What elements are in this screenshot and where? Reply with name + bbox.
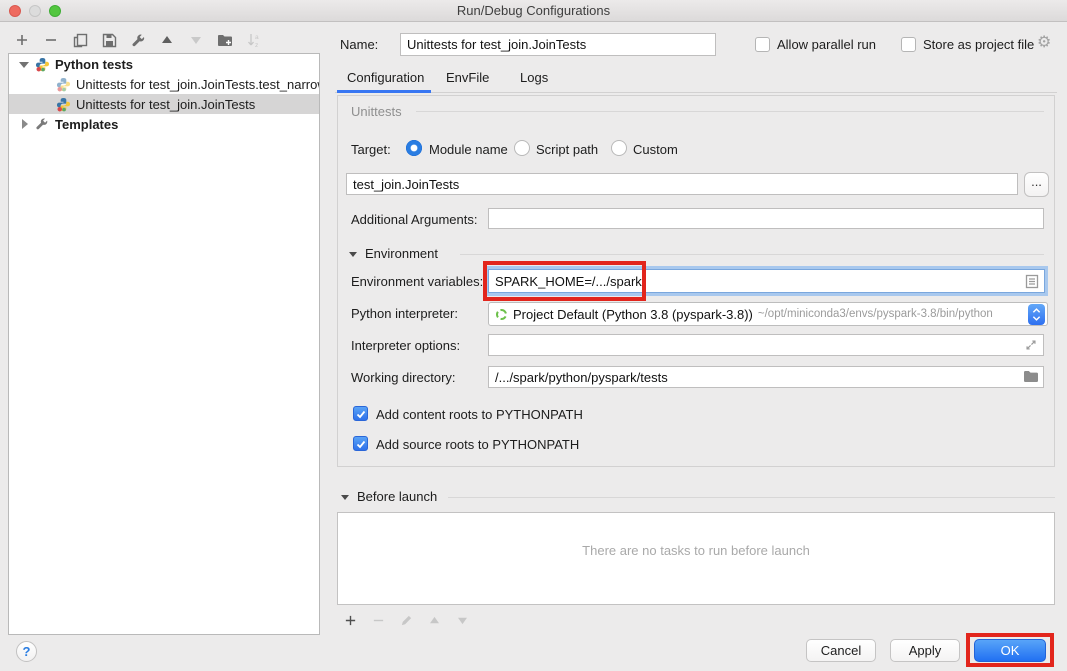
name-input[interactable] [400,33,716,56]
before-launch-toolbar [342,612,470,628]
tab-configuration[interactable]: Configuration [347,70,424,85]
window-title: Run/Debug Configurations [0,3,1067,18]
allow-parallel-run-checkbox[interactable] [755,37,770,52]
conda-env-icon [496,309,507,320]
additional-arguments-input[interactable] [488,208,1044,229]
edit-templates-wrench-icon[interactable] [130,32,146,48]
add-content-roots-checkbox[interactable] [353,406,368,421]
target-label: Target: [351,142,391,157]
target-script-path-label: Script path [536,142,598,157]
templates-wrench-icon [35,117,50,132]
working-directory-label: Working directory: [351,370,456,385]
remove-task-button [370,612,386,628]
new-folder-icon[interactable] [217,32,233,48]
add-source-roots-label: Add source roots to PYTHONPATH [376,437,579,452]
unittests-group-title: Unittests [351,104,402,119]
save-configuration-icon[interactable] [101,32,117,48]
environment-variables-input[interactable] [488,269,1045,293]
expand-arrow-icon[interactable] [19,119,29,129]
move-task-up-icon [426,612,442,628]
add-source-roots-checkbox[interactable] [353,436,368,451]
python-interpreter-select[interactable]: Project Default (Python 3.8 (pyspark-3.8… [488,302,1048,326]
tree-item-label: Unittests for test_join.JoinTests.test_n… [76,77,319,92]
tabs-divider [335,92,1057,93]
add-configuration-button[interactable] [14,32,30,48]
sort-configurations-icon: az [246,32,262,48]
no-tasks-text: There are no tasks to run before launch [338,543,1054,558]
configuration-panel: Unittests Target: Module name Script pat… [337,95,1055,467]
target-custom-label: Custom [633,142,678,157]
store-as-project-file-checkbox[interactable] [901,37,916,52]
environment-collapse-icon[interactable] [349,252,357,257]
run-debug-configurations-dialog: Run/Debug Configurations az Python test [0,0,1067,671]
python-test-icon [56,97,71,112]
python-interpreter-label: Python interpreter: [351,306,458,321]
interpreter-value: Project Default (Python 3.8 (pyspark-3.8… [513,307,753,322]
python-test-icon [56,77,71,92]
configurations-tree: Python tests Unittests for test_join.Joi… [8,53,320,635]
name-label: Name: [340,37,378,52]
environment-variables-label: Environment variables: [351,274,483,289]
before-launch-tasks-list[interactable]: There are no tasks to run before launch [337,512,1055,605]
browse-module-button[interactable]: ... [1024,172,1049,197]
move-up-icon[interactable] [159,32,175,48]
combo-stepper-icon[interactable] [1028,304,1045,325]
add-content-roots-label: Add content roots to PYTHONPATH [376,407,583,422]
tree-item-test-narrow[interactable]: Unittests for test_join.JoinTests.test_n… [9,74,319,94]
tree-item-templates[interactable]: Templates [9,114,319,134]
allow-parallel-run-label: Allow parallel run [777,37,876,52]
environment-section-title: Environment [365,246,438,261]
before-launch-title: Before launch [357,489,437,504]
add-task-button[interactable] [342,612,358,628]
target-custom-radio[interactable] [611,140,627,156]
tree-item-python-tests[interactable]: Python tests [9,54,319,74]
svg-text:z: z [255,42,258,48]
working-directory-input[interactable] [488,366,1044,388]
tab-envfile[interactable]: EnvFile [446,70,489,85]
additional-arguments-label: Additional Arguments: [351,212,477,227]
module-name-input[interactable] [346,173,1018,195]
help-button[interactable]: ? [16,641,37,662]
expand-field-icon[interactable] [1024,338,1040,354]
env-vars-list-icon[interactable] [1025,274,1041,290]
target-script-path-radio[interactable] [514,140,530,156]
folder-icon[interactable] [1023,370,1039,386]
copy-configuration-icon[interactable] [72,32,88,48]
interpreter-options-input[interactable] [488,334,1044,356]
target-module-name-radio[interactable] [406,140,422,156]
tree-item-jointests-selected[interactable]: Unittests for test_join.JoinTests [9,94,319,114]
svg-text:a: a [255,34,259,41]
edit-task-pencil-icon [398,612,414,628]
tree-item-label: Python tests [55,57,133,72]
interpreter-options-label: Interpreter options: [351,338,460,353]
title-bar: Run/Debug Configurations [0,0,1067,22]
interpreter-path: ~/opt/miniconda3/envs/pyspark-3.8/bin/py… [758,308,1028,320]
active-tab-underline [337,90,431,93]
configurations-toolbar: az [14,31,262,49]
cancel-button[interactable]: Cancel [806,639,876,662]
tab-logs[interactable]: Logs [520,70,548,85]
target-module-name-label: Module name [429,142,508,157]
group-rule [416,111,1044,112]
python-tests-icon [35,57,50,72]
store-options-gear-icon[interactable]: ⚙ [1037,35,1051,51]
environment-rule [460,254,1044,255]
move-task-down-icon [454,612,470,628]
apply-button[interactable]: Apply [890,639,960,662]
remove-configuration-button[interactable] [43,32,59,48]
store-as-project-file-label: Store as project file [923,37,1034,52]
ok-button[interactable]: OK [974,639,1046,662]
collapse-arrow-icon[interactable] [19,59,29,69]
before-launch-collapse-icon[interactable] [341,495,349,500]
move-down-icon [188,32,204,48]
tree-item-label: Templates [55,117,118,132]
before-launch-rule [448,497,1055,498]
tree-item-label: Unittests for test_join.JoinTests [76,97,255,112]
